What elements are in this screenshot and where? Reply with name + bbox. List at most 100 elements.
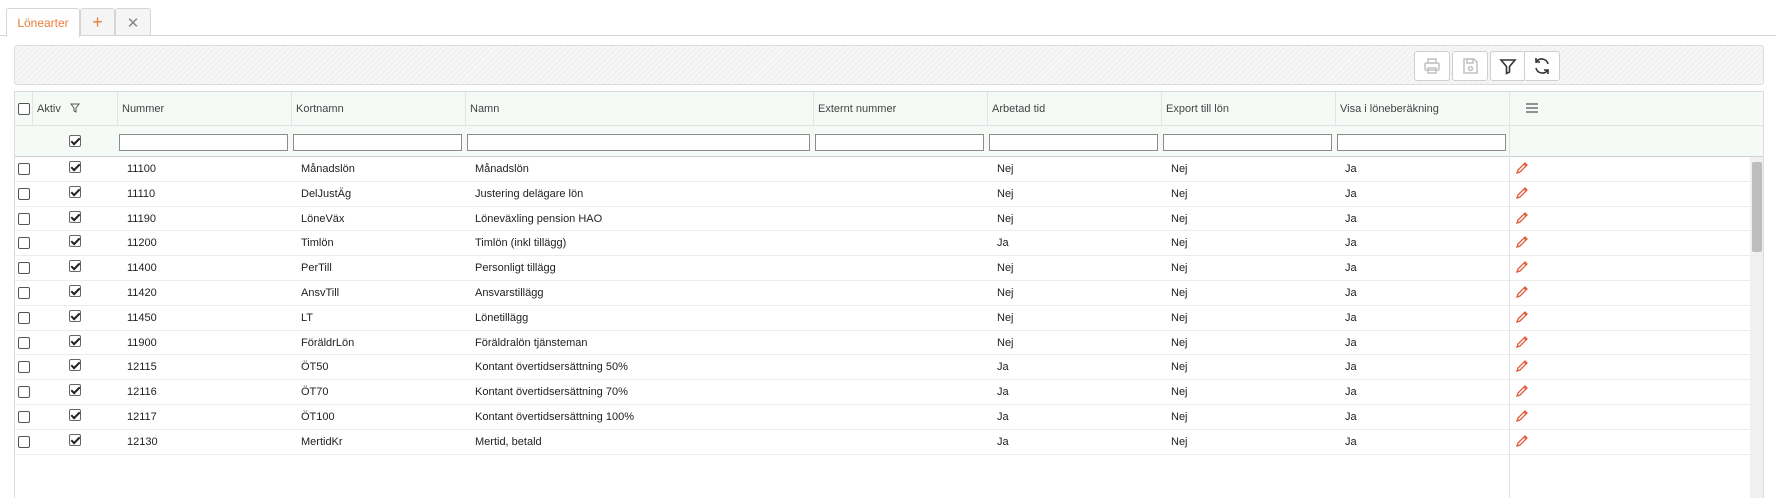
refresh-button[interactable] — [1524, 51, 1560, 81]
column-header-kortnamn[interactable]: Kortnamn — [291, 92, 465, 126]
cell-nummer: 12115 — [127, 361, 157, 374]
cell-visa-i-loneberakning: Ja — [1345, 386, 1357, 399]
vertical-scrollbar[interactable] — [1750, 157, 1763, 498]
filter-button[interactable] — [1490, 51, 1526, 81]
column-header-export-till-lon[interactable]: Export till lön — [1161, 92, 1335, 126]
cell-nummer: 11190 — [127, 212, 156, 225]
cell-namn: Mertid, betald — [475, 435, 542, 448]
edit-row-button[interactable] — [1515, 384, 1529, 400]
aktiv-checkbox[interactable] — [69, 384, 81, 397]
cell-arbetad-tid: Nej — [997, 262, 1014, 275]
aktiv-checkbox[interactable] — [69, 433, 81, 446]
cell-kortnamn: LT — [301, 311, 314, 324]
table-row[interactable]: 11200 Timlön Timlön (inkl tillägg) Ja Nej Ja — [15, 231, 1763, 257]
aktiv-checkbox[interactable] — [69, 235, 81, 248]
edit-row-button[interactable] — [1515, 335, 1529, 351]
column-header-aktiv[interactable]: Aktiv — [32, 92, 117, 126]
table-row[interactable]: 11400 PerTill Personligt tillägg Nej Nej Ja — [15, 256, 1763, 281]
tab-lonearter[interactable]: Lönearter — [6, 8, 80, 37]
print-button[interactable] — [1414, 51, 1450, 81]
cell-namn: Föräldralön tjänsteman — [475, 336, 588, 349]
save-button[interactable] — [1452, 51, 1488, 81]
column-header-nummer[interactable]: Nummer — [117, 92, 291, 126]
aktiv-filter-checkbox[interactable] — [69, 135, 81, 147]
cell-namn: Lönetillägg — [475, 311, 529, 324]
aktiv-checkbox[interactable] — [69, 309, 81, 322]
pencil-icon — [1515, 310, 1528, 323]
visa-i-loneberakning-filter-input[interactable] — [1337, 134, 1506, 151]
filter-icon[interactable] — [69, 103, 80, 113]
cell-visa-i-loneberakning: Ja — [1345, 287, 1357, 299]
aktiv-checkbox[interactable] — [69, 285, 81, 297]
row-select-checkbox[interactable] — [18, 435, 30, 448]
toolbar — [14, 45, 1764, 85]
nummer-filter-input[interactable] — [119, 134, 288, 151]
cell-visa-i-loneberakning: Ja — [1345, 361, 1357, 374]
table-row[interactable]: 11420 AnsvTill Ansvarstillägg Nej Nej Ja — [15, 281, 1763, 306]
cell-visa-i-loneberakning: Ja — [1345, 336, 1357, 349]
aktiv-checkbox[interactable] — [69, 210, 81, 223]
cell-arbetad-tid: Ja — [997, 386, 1009, 399]
pencil-icon — [1515, 261, 1528, 274]
aktiv-checkbox[interactable] — [69, 260, 81, 273]
edit-row-button[interactable] — [1515, 211, 1529, 227]
tab-bar: Lönearter + ✕ — [0, 0, 1776, 37]
salary-types-grid: Aktiv Nummer Kortnamn Namn Externt numme… — [14, 91, 1764, 498]
row-select-checkbox[interactable] — [18, 237, 30, 250]
edit-row-button[interactable] — [1515, 235, 1529, 251]
table-row[interactable]: 12116 ÖT70 Kontant övertidsersättning 70% J… — [15, 380, 1763, 405]
row-select-checkbox[interactable] — [18, 336, 30, 349]
table-row[interactable]: 11450 LT Lönetillägg Nej Nej Ja — [15, 306, 1763, 331]
cell-kortnamn: DelJustÄg — [301, 187, 352, 200]
table-row[interactable]: 12117 ÖT100 Kontant övertidsersättning 100… — [15, 405, 1763, 430]
edit-row-button[interactable] — [1515, 359, 1529, 375]
table-row[interactable]: 12130 MertidKr Mertid, betald Ja Nej Ja — [15, 430, 1763, 455]
table-row[interactable]: 11900 FöräldrLön Föräldralön tjänsteman Nej… — [15, 331, 1763, 356]
row-select-checkbox[interactable] — [18, 386, 30, 399]
column-menu[interactable] — [1509, 92, 1549, 126]
edit-row-button[interactable] — [1515, 285, 1529, 301]
edit-row-button[interactable] — [1515, 409, 1529, 425]
cell-visa-i-loneberakning: Ja — [1345, 435, 1357, 448]
column-header-visa-i-loneberakning[interactable]: Visa i löneberäkning — [1335, 92, 1509, 126]
column-header-externt-nummer[interactable]: Externt nummer — [813, 92, 987, 126]
arbetad-tid-filter-input[interactable] — [989, 134, 1158, 151]
table-row[interactable]: 11190 LöneVäx Löneväxling pension HAO Nej Ne… — [15, 207, 1763, 232]
export-till-lon-filter-input[interactable] — [1163, 134, 1332, 151]
row-select-checkbox[interactable] — [18, 262, 30, 275]
close-tab-button[interactable]: ✕ — [115, 8, 151, 36]
edit-row-button[interactable] — [1515, 260, 1529, 276]
kortnamn-filter-input[interactable] — [293, 134, 462, 151]
edit-column-divider — [1509, 92, 1510, 498]
cell-export-till-lon: Nej — [1171, 212, 1188, 225]
aktiv-checkbox[interactable] — [69, 161, 81, 173]
pencil-icon — [1515, 186, 1528, 199]
externt-nummer-filter-input[interactable] — [815, 134, 984, 151]
add-tab-button[interactable]: + — [80, 8, 115, 36]
table-row[interactable]: 11100 Månadslön Månadslön Nej Nej Ja — [15, 157, 1763, 182]
aktiv-checkbox[interactable] — [69, 334, 81, 347]
column-header-namn[interactable]: Namn — [465, 92, 813, 126]
edit-row-button[interactable] — [1515, 186, 1529, 202]
row-select-checkbox[interactable] — [18, 212, 30, 225]
aktiv-checkbox[interactable] — [69, 185, 81, 198]
aktiv-checkbox[interactable] — [69, 409, 81, 421]
row-select-checkbox[interactable] — [18, 187, 30, 200]
namn-filter-input[interactable] — [467, 134, 810, 151]
edit-row-button[interactable] — [1515, 310, 1529, 326]
row-select-checkbox[interactable] — [18, 411, 30, 423]
scrollbar-thumb[interactable] — [1752, 162, 1762, 252]
select-all-checkbox[interactable] — [18, 103, 30, 115]
row-select-checkbox[interactable] — [18, 361, 30, 374]
table-row[interactable]: 11110 DelJustÄg Justering delägare lön Nej N… — [15, 182, 1763, 207]
edit-row-button[interactable] — [1515, 434, 1529, 450]
table-row[interactable]: 12115 ÖT50 Kontant övertidsersättning 50% J… — [15, 355, 1763, 381]
cell-nummer: 11100 — [127, 163, 156, 175]
column-header-arbetad-tid[interactable]: Arbetad tid — [987, 92, 1161, 126]
aktiv-checkbox[interactable] — [69, 359, 81, 372]
tab-divider — [0, 35, 1776, 36]
edit-row-button[interactable] — [1515, 161, 1529, 177]
row-select-checkbox[interactable] — [18, 163, 30, 175]
row-select-checkbox[interactable] — [18, 311, 30, 324]
row-select-checkbox[interactable] — [18, 287, 30, 299]
